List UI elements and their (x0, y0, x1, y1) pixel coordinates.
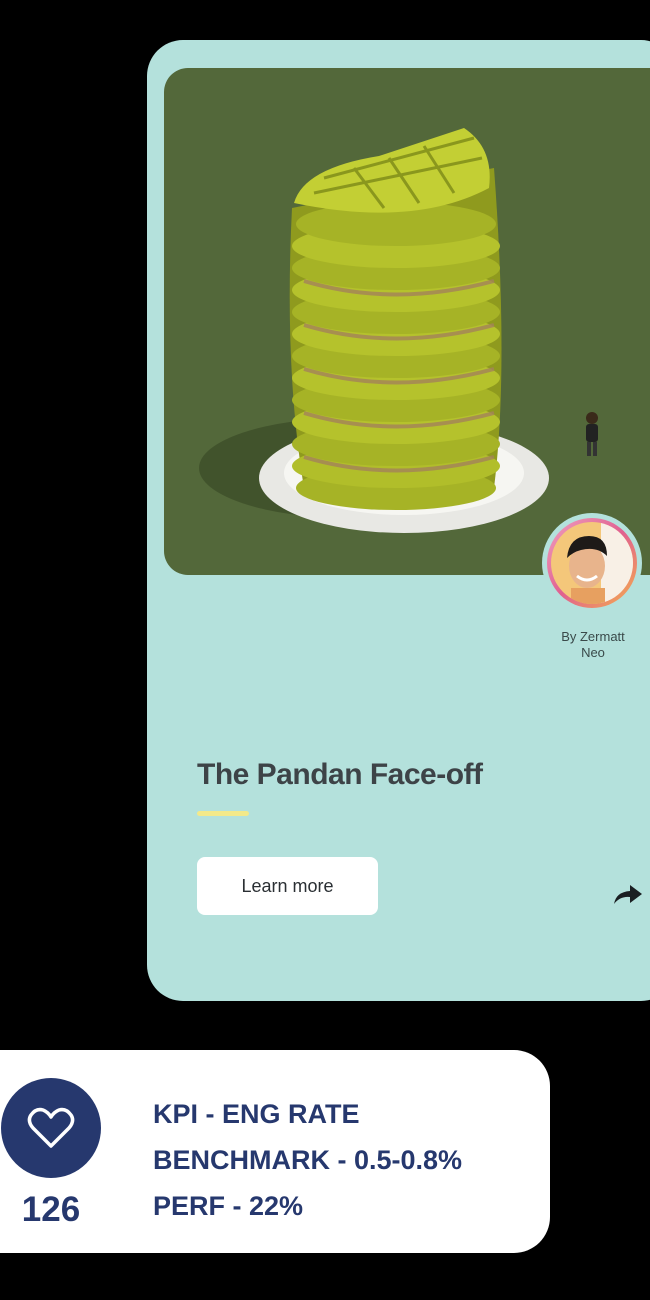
avatar-photo (551, 522, 633, 604)
hero-image (164, 68, 650, 575)
kpi-line-perf: PERF - 22% (153, 1191, 304, 1221)
heart-icon (27, 1107, 75, 1148)
post-title: The Pandan Face-off (197, 758, 483, 791)
author-avatar[interactable] (542, 513, 642, 613)
learn-more-button[interactable]: Learn more (197, 857, 378, 915)
like-count: 126 (21, 1190, 81, 1229)
kpi-line-eng-rate: KPI - ENG RATE (153, 1099, 360, 1129)
post-card[interactable]: By Zermatt Neo The Pandan Face-off Learn… (147, 40, 650, 1001)
kpi-line-benchmark: BENCHMARK - 0.5-0.8% (153, 1145, 463, 1175)
title-underline (197, 811, 249, 816)
like-button[interactable] (1, 1078, 101, 1178)
kpi-list: KPI - ENG RATE BENCHMARK - 0.5-0.8% PERF… (153, 1091, 462, 1229)
author-line-1: By Zermatt (561, 629, 625, 644)
share-arrow-icon[interactable] (612, 882, 644, 906)
author-line-2: Neo (581, 645, 605, 660)
author-byline: By Zermatt Neo (535, 629, 650, 661)
tiny-person-figure (586, 412, 598, 456)
engagement-stats-panel: 126 KPI - ENG RATE BENCHMARK - 0.5-0.8% … (0, 1050, 550, 1253)
waffle-stack-illustration (199, 128, 598, 533)
